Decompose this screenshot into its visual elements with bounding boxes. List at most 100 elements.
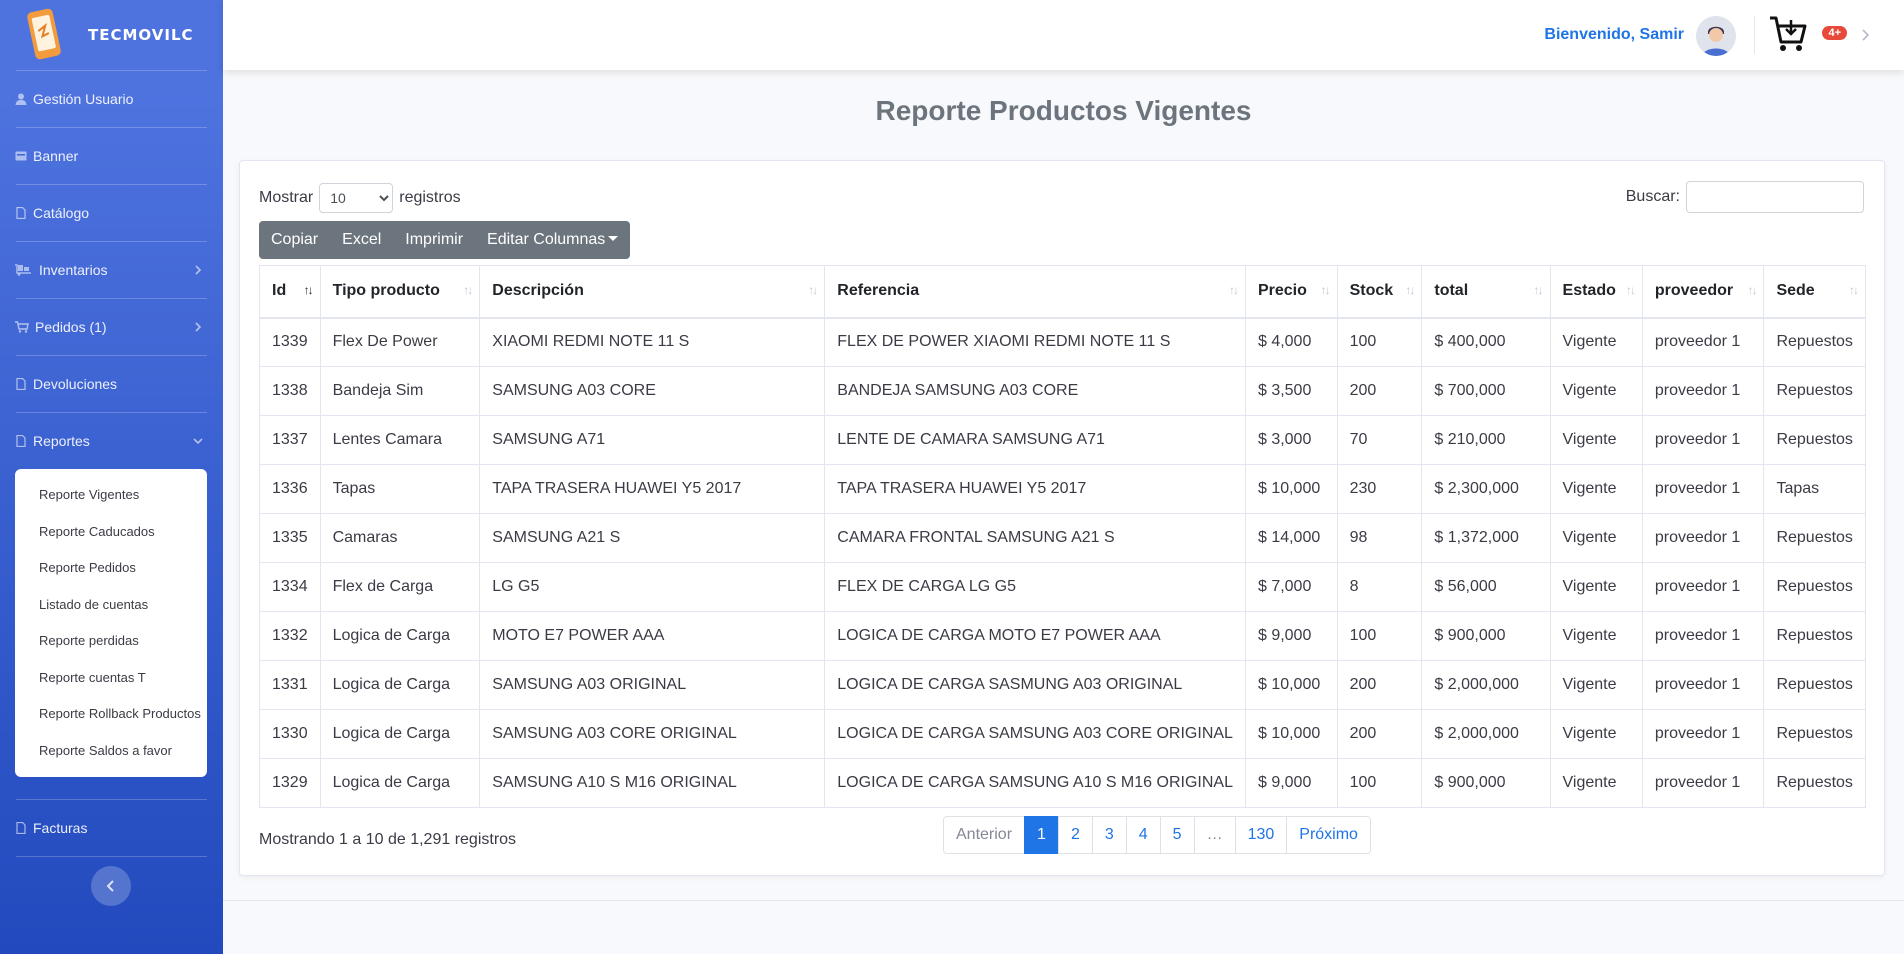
column-header-stock[interactable]: Stock ↑↓ bbox=[1336, 265, 1423, 319]
cell-precio: $ 10,000 bbox=[1244, 464, 1338, 514]
banner-icon bbox=[15, 150, 27, 162]
sort-icon: ↑↓ bbox=[1747, 283, 1757, 297]
copy-button[interactable]: Copiar bbox=[259, 221, 330, 259]
column-header-descripcion[interactable]: Descripción ↑↓ bbox=[479, 265, 826, 319]
search-input[interactable] bbox=[1686, 181, 1864, 213]
submenu-item-reporte-pedidos[interactable]: Reporte Pedidos bbox=[15, 550, 207, 587]
submenu-item-reporte-saldos[interactable]: Reporte Saldos a favor bbox=[15, 733, 207, 770]
cell-proveedor: proveedor 1 bbox=[1641, 513, 1765, 563]
cell-referencia: LOGICA DE CARGA SAMSUNG A10 S M16 ORIGIN… bbox=[824, 758, 1246, 808]
sidebar-item-inventarios[interactable]: Inventarios bbox=[0, 242, 223, 298]
cell-referencia: BANDEJA SAMSUNG A03 CORE bbox=[824, 366, 1246, 416]
pagination-next[interactable]: Próximo bbox=[1286, 816, 1371, 854]
column-header-tipo[interactable]: Tipo producto ↑↓ bbox=[319, 265, 481, 319]
table-row: 1337 Lentes Camara SAMSUNG A71 LENTE DE CAM… bbox=[259, 415, 1866, 465]
cell-stock: 200 bbox=[1336, 709, 1423, 759]
cell-id: 1330 bbox=[259, 709, 321, 759]
cell-precio: $ 3,000 bbox=[1244, 415, 1338, 465]
sidebar-divider bbox=[16, 856, 207, 857]
cell-estado: Vigente bbox=[1549, 464, 1643, 514]
file-icon bbox=[15, 822, 27, 834]
pagination-page-3[interactable]: 3 bbox=[1091, 816, 1127, 854]
cell-proveedor: proveedor 1 bbox=[1641, 562, 1765, 612]
edit-columns-button[interactable]: Editar Columnas bbox=[475, 221, 630, 259]
cell-descripcion: SAMSUNG A03 CORE bbox=[479, 366, 826, 416]
pagination-page-5[interactable]: 5 bbox=[1159, 816, 1195, 854]
sidebar-item-facturas[interactable]: Facturas bbox=[0, 800, 223, 856]
sort-icon: ↑↓ bbox=[1533, 283, 1544, 297]
cell-total: $ 700,000 bbox=[1421, 366, 1551, 416]
print-button[interactable]: Imprimir bbox=[393, 221, 475, 259]
cell-id: 1331 bbox=[259, 660, 321, 710]
sidebar-toggle-button[interactable] bbox=[91, 866, 131, 906]
column-header-label: Id bbox=[272, 282, 287, 300]
submenu-item-reporte-perdidas[interactable]: Reporte perdidas bbox=[15, 623, 207, 660]
cell-estado: Vigente bbox=[1549, 415, 1643, 465]
cell-proveedor: proveedor 1 bbox=[1641, 464, 1765, 514]
edit-columns-label: Editar Columnas bbox=[487, 231, 606, 248]
column-header-total[interactable]: total ↑↓ bbox=[1421, 265, 1551, 319]
cart-icon bbox=[15, 321, 29, 333]
submenu-item-reporte-rollback[interactable]: Reporte Rollback Productos bbox=[15, 696, 207, 733]
excel-button[interactable]: Excel bbox=[330, 221, 393, 259]
cell-total: $ 900,000 bbox=[1421, 611, 1551, 661]
sidebar-item-banner[interactable]: Banner bbox=[0, 128, 223, 184]
sidebar-item-devoluciones[interactable]: Devoluciones bbox=[0, 356, 223, 412]
search-label: Buscar: bbox=[1625, 188, 1680, 205]
sidebar-item-label: Pedidos (1) bbox=[35, 319, 107, 335]
submenu-item-reporte-caducados[interactable]: Reporte Caducados bbox=[15, 514, 207, 551]
cell-referencia: LOGICA DE CARGA MOTO E7 POWER AAA bbox=[824, 611, 1246, 661]
cell-tipo: Flex De Power bbox=[319, 317, 481, 367]
file-icon bbox=[15, 435, 27, 447]
avatar-icon bbox=[1696, 16, 1736, 56]
cart-icon[interactable] bbox=[1768, 14, 1808, 54]
page-length-select[interactable]: 10 bbox=[319, 183, 394, 213]
cell-referencia: FLEX DE CARGA LG G5 bbox=[824, 562, 1246, 612]
cell-proveedor: proveedor 1 bbox=[1641, 611, 1765, 661]
column-header-precio[interactable]: Precio ↑↓ bbox=[1244, 265, 1338, 319]
user-icon bbox=[15, 93, 27, 105]
table-info: Mostrando 1 a 10 de 1,291 registros bbox=[259, 831, 517, 848]
sidebar-item-reportes[interactable]: Reportes bbox=[0, 413, 223, 469]
column-header-sede[interactable]: Sede ↑↓ bbox=[1763, 265, 1866, 319]
pagination-previous[interactable]: Anterior bbox=[943, 816, 1026, 854]
cell-sede: Repuestos bbox=[1763, 758, 1866, 808]
pagination-page-2[interactable]: 2 bbox=[1057, 816, 1093, 854]
chevron-left-icon bbox=[106, 880, 114, 892]
submenu-item-reporte-cuentas-t[interactable]: Reporte cuentas T bbox=[15, 660, 207, 697]
cell-precio: $ 4,000 bbox=[1244, 317, 1338, 367]
column-header-id[interactable]: Id ↑↓ bbox=[259, 265, 321, 319]
column-header-label: Estado bbox=[1562, 282, 1616, 300]
sidebar-item-gestion-usuario[interactable]: Gestión Usuario bbox=[0, 71, 223, 127]
page-length-control: Mostrar 10 registros bbox=[259, 183, 461, 213]
column-header-label: proveedor bbox=[1654, 282, 1734, 300]
brand[interactable]: TECMOVILC bbox=[0, 0, 223, 70]
column-header-estado[interactable]: Estado ↑↓ bbox=[1549, 265, 1643, 319]
cell-estado: Vigente bbox=[1549, 611, 1643, 661]
cell-stock: 100 bbox=[1336, 317, 1423, 367]
column-header-proveedor[interactable]: proveedor ↑↓ bbox=[1641, 265, 1765, 319]
cell-referencia: LENTE DE CAMARA SAMSUNG A71 bbox=[824, 415, 1246, 465]
table-row: 1334 Flex de Carga LG G5 FLEX DE CARGA LG G… bbox=[259, 562, 1866, 612]
welcome-text[interactable]: Bienvenido, Samir bbox=[1544, 26, 1684, 44]
cell-total: $ 2,000,000 bbox=[1421, 709, 1551, 759]
sidebar-item-catalogo[interactable]: Catálogo bbox=[0, 185, 223, 241]
cell-precio: $ 7,000 bbox=[1244, 562, 1338, 612]
pagination-page-4[interactable]: 4 bbox=[1125, 816, 1161, 854]
cell-referencia: LOGICA DE CARGA SAMSUNG A03 CORE ORIGINA… bbox=[824, 709, 1246, 759]
cell-stock: 98 bbox=[1336, 513, 1423, 563]
sidebar-item-pedidos[interactable]: Pedidos (1) bbox=[0, 299, 223, 355]
submenu-item-listado-cuentas[interactable]: Listado de cuentas bbox=[15, 587, 207, 624]
table-row: 1339 Flex De Power XIAOMI REDMI NOTE 11 SF… bbox=[259, 317, 1866, 367]
page-title: Reporte Productos Vigentes bbox=[875, 95, 1252, 126]
cell-proveedor: proveedor 1 bbox=[1641, 415, 1765, 465]
pagination-page-1[interactable]: 1 bbox=[1024, 816, 1059, 854]
user-avatar[interactable] bbox=[1696, 16, 1736, 56]
submenu-item-reporte-vigentes[interactable]: Reporte Vigentes bbox=[15, 477, 207, 514]
brand-name: TECMOVILC bbox=[88, 26, 194, 44]
cell-descripcion: SAMSUNG A71 bbox=[479, 415, 826, 465]
column-header-referencia[interactable]: Referencia ↑↓ bbox=[824, 265, 1246, 319]
cell-sede: Repuestos bbox=[1763, 415, 1866, 465]
cell-stock: 8 bbox=[1336, 562, 1423, 612]
pagination-page-130[interactable]: 130 bbox=[1234, 816, 1288, 854]
